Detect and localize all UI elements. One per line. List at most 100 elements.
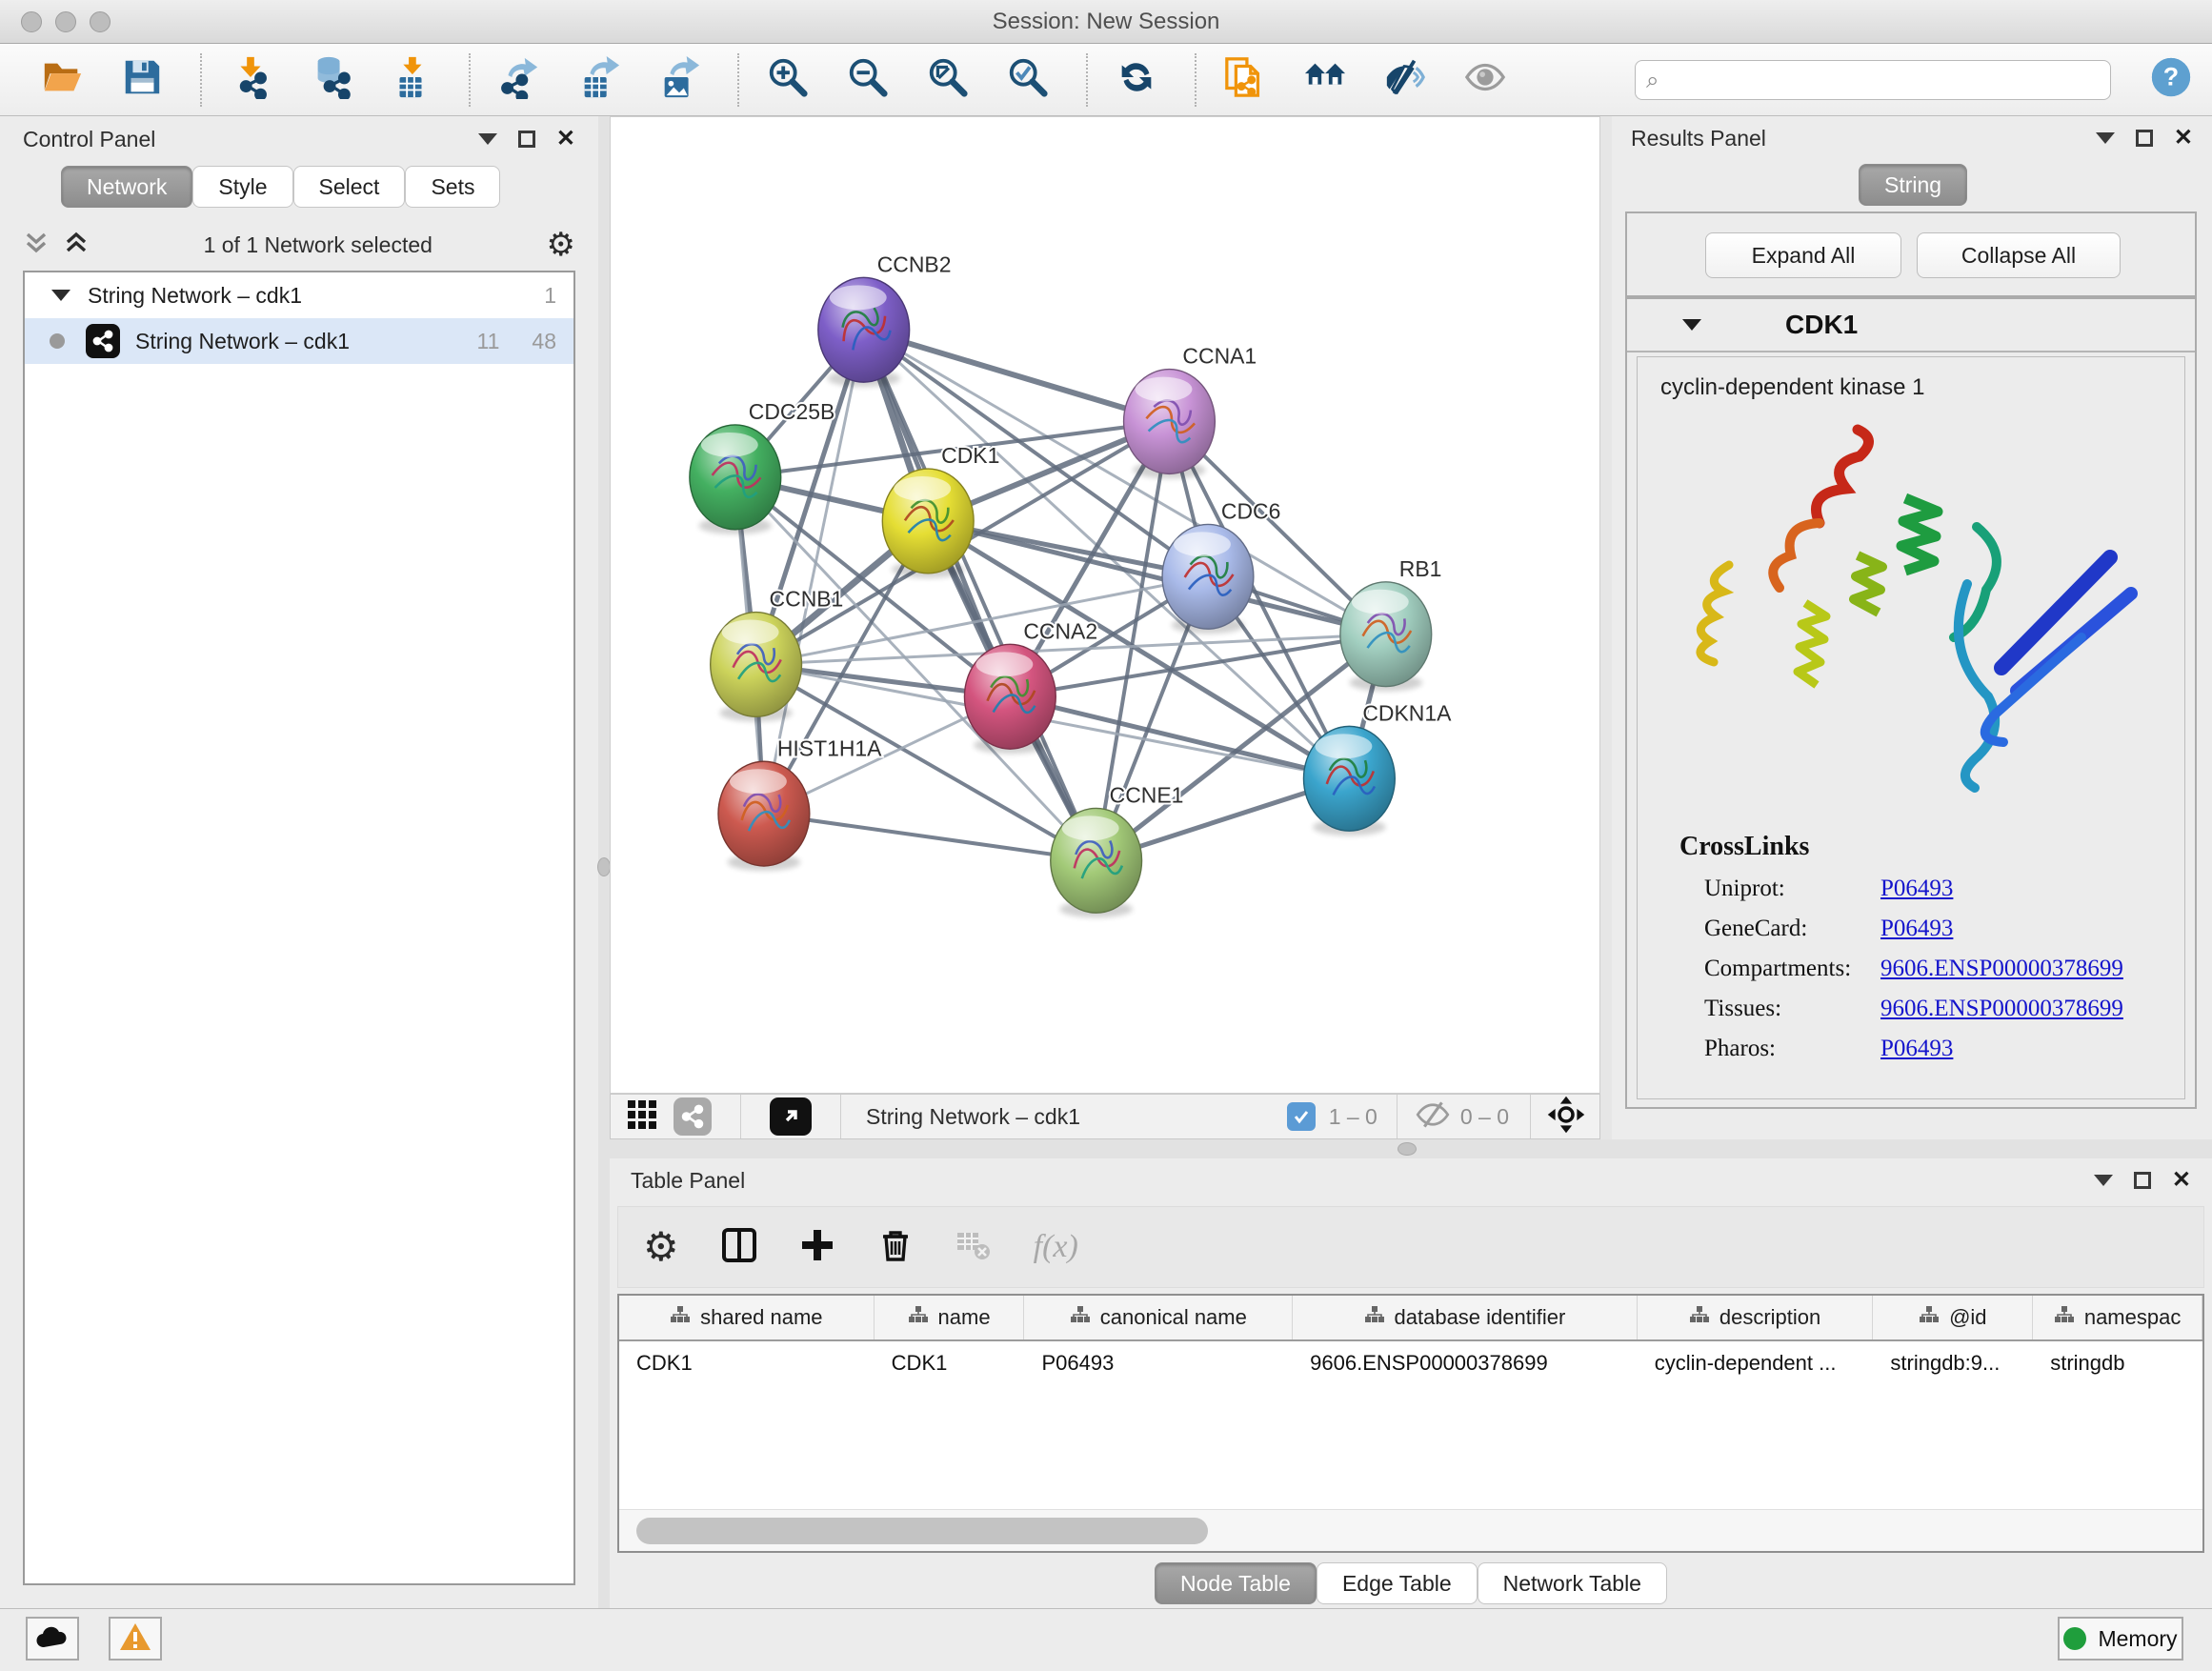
save-session-button[interactable] (120, 53, 164, 107)
table-cell[interactable]: stringdb (2033, 1341, 2202, 1385)
import-table-button[interactable] (389, 53, 432, 107)
collection-caret-icon[interactable] (51, 290, 70, 301)
tab-select[interactable]: Select (293, 166, 406, 208)
horizontal-splitter[interactable] (610, 1139, 2212, 1158)
home-networks-button[interactable] (1303, 53, 1347, 107)
tab-sets[interactable]: Sets (405, 166, 500, 208)
network-node-rb1[interactable]: RB1 (1340, 556, 1442, 692)
network-edge[interactable] (864, 330, 1170, 421)
expand-all-networks-icon[interactable] (63, 229, 90, 262)
minimize-window-button[interactable] (55, 11, 76, 32)
cloud-button[interactable] (26, 1617, 79, 1661)
import-network-database-button[interactable] (309, 53, 352, 107)
column-header-shared-name[interactable]: shared name (619, 1296, 875, 1339)
hide-glass-button[interactable] (1383, 53, 1427, 107)
table-cell[interactable]: CDK1 (875, 1341, 1025, 1385)
column-header-name[interactable]: name (875, 1296, 1025, 1339)
column-header-database-identifier[interactable]: database identifier (1293, 1296, 1638, 1339)
column-header--id[interactable]: @id (1873, 1296, 2033, 1339)
table-cell[interactable]: P06493 (1024, 1341, 1293, 1385)
vertical-splitter[interactable] (598, 116, 610, 1608)
show-columns-icon[interactable] (721, 1227, 757, 1268)
maximize-panel-icon[interactable] (2136, 130, 2153, 147)
network-collection-row[interactable]: String Network – cdk1 1 (25, 272, 573, 318)
memory-button[interactable]: Memory (2058, 1617, 2183, 1661)
hidden-items-eye-icon[interactable] (1415, 1100, 1451, 1134)
tab-node-table[interactable]: Node Table (1155, 1562, 1317, 1604)
tab-style[interactable]: Style (192, 166, 292, 208)
crosslink-link[interactable]: P06493 (1880, 876, 1953, 902)
collapse-all-button[interactable]: Collapse All (1917, 232, 2121, 278)
zoom-fit-button[interactable] (926, 53, 970, 107)
column-header-namespac[interactable]: namespac (2033, 1296, 2202, 1339)
network-node-cdk1[interactable]: CDK1 (882, 443, 999, 578)
zoom-out-button[interactable] (846, 53, 890, 107)
table-cell[interactable]: cyclin-dependent ... (1638, 1341, 1874, 1385)
warnings-button[interactable] (109, 1617, 162, 1661)
close-panel-icon[interactable]: ✕ (2172, 1172, 2191, 1189)
refresh-button[interactable] (1115, 53, 1158, 107)
tab-string[interactable]: String (1859, 164, 1967, 206)
network-options-gear-icon[interactable]: ⚙ (547, 229, 575, 261)
show-glass-button[interactable] (1463, 53, 1507, 107)
close-panel-icon[interactable]: ✕ (2174, 130, 2193, 147)
birds-eye-view-icon[interactable] (770, 1097, 812, 1136)
pan-crosshair-icon[interactable] (1546, 1095, 1586, 1139)
tab-network-table[interactable]: Network Table (1478, 1562, 1667, 1604)
export-network-button[interactable] (497, 53, 541, 107)
network-node-hist1h1a[interactable]: HIST1H1A (718, 735, 882, 871)
close-window-button[interactable] (21, 11, 42, 32)
grid-view-icon[interactable] (626, 1098, 658, 1136)
node-count: 11 (477, 329, 500, 354)
zoom-selected-button[interactable] (1006, 53, 1050, 107)
tab-network[interactable]: Network (61, 166, 192, 208)
crosslink-link[interactable]: P06493 (1880, 1036, 1953, 1062)
maximize-panel-icon[interactable] (518, 131, 535, 148)
add-column-icon[interactable] (799, 1227, 835, 1268)
table-options-gear-icon[interactable]: ⚙ (643, 1231, 679, 1263)
expand-all-button[interactable]: Expand All (1705, 232, 1901, 278)
collapse-all-networks-icon[interactable] (23, 229, 50, 262)
export-image-button[interactable] (657, 53, 701, 107)
close-panel-icon[interactable]: ✕ (556, 131, 575, 148)
table-toolbar: ⚙ f(x) (617, 1206, 2204, 1288)
eye-icon (1463, 55, 1507, 104)
maximize-panel-icon[interactable] (2134, 1172, 2151, 1189)
table-row[interactable]: CDK1CDK1P064939606.ENSP00000378699cyclin… (619, 1341, 2202, 1385)
network-edge[interactable] (764, 814, 1096, 860)
crosslink-link[interactable]: P06493 (1880, 916, 1953, 942)
scrollbar-thumb[interactable] (636, 1518, 1208, 1544)
column-header-canonical-name[interactable]: canonical name (1024, 1296, 1293, 1339)
help-button[interactable]: ? (2149, 53, 2193, 107)
entry-caret-icon[interactable] (1682, 319, 1701, 331)
crosslink-link[interactable]: 9606.ENSP00000378699 (1880, 956, 2123, 982)
string-import-button[interactable] (1223, 53, 1267, 107)
float-panel-icon[interactable] (2096, 132, 2115, 144)
network-row[interactable]: String Network – cdk1 11 48 (25, 318, 573, 364)
network-edge[interactable] (864, 330, 1096, 860)
maximize-window-button[interactable] (90, 11, 111, 32)
selected-items-checkbox[interactable] (1287, 1102, 1316, 1131)
zoom-in-button[interactable] (766, 53, 810, 107)
export-table-button[interactable] (577, 53, 621, 107)
table-cell[interactable]: CDK1 (619, 1341, 875, 1385)
crosslink-link[interactable]: 9606.ENSP00000378699 (1880, 996, 2123, 1022)
network-canvas[interactable]: CCNB2CCNA1CDC25BCDK1CDC6RB1CCNB1CCNA2CDK… (610, 116, 1600, 1094)
tab-edge-table[interactable]: Edge Table (1317, 1562, 1478, 1604)
table-cell[interactable]: 9606.ENSP00000378699 (1293, 1341, 1638, 1385)
network-node-cdc6[interactable]: CDC6 (1162, 498, 1280, 634)
network-node-cdkn1a[interactable]: CDKN1A (1303, 700, 1452, 836)
float-panel-icon[interactable] (2094, 1175, 2113, 1186)
search-input[interactable] (1635, 60, 2111, 100)
table-cell[interactable]: stringdb:9... (1873, 1341, 2033, 1385)
column-header-description[interactable]: description (1638, 1296, 1874, 1339)
network-node-ccna1[interactable]: CCNA1 (1124, 344, 1257, 479)
float-panel-icon[interactable] (478, 133, 497, 145)
table-horizontal-scrollbar[interactable] (619, 1509, 2202, 1551)
open-session-button[interactable] (40, 53, 84, 107)
delete-column-icon[interactable] (877, 1227, 914, 1268)
network-node-ccnb2[interactable]: CCNB2 (818, 252, 952, 387)
import-network-file-button[interactable] (229, 53, 272, 107)
network-view-share-icon[interactable] (674, 1097, 712, 1136)
entry-header[interactable]: CDK1 (1627, 299, 2195, 352)
